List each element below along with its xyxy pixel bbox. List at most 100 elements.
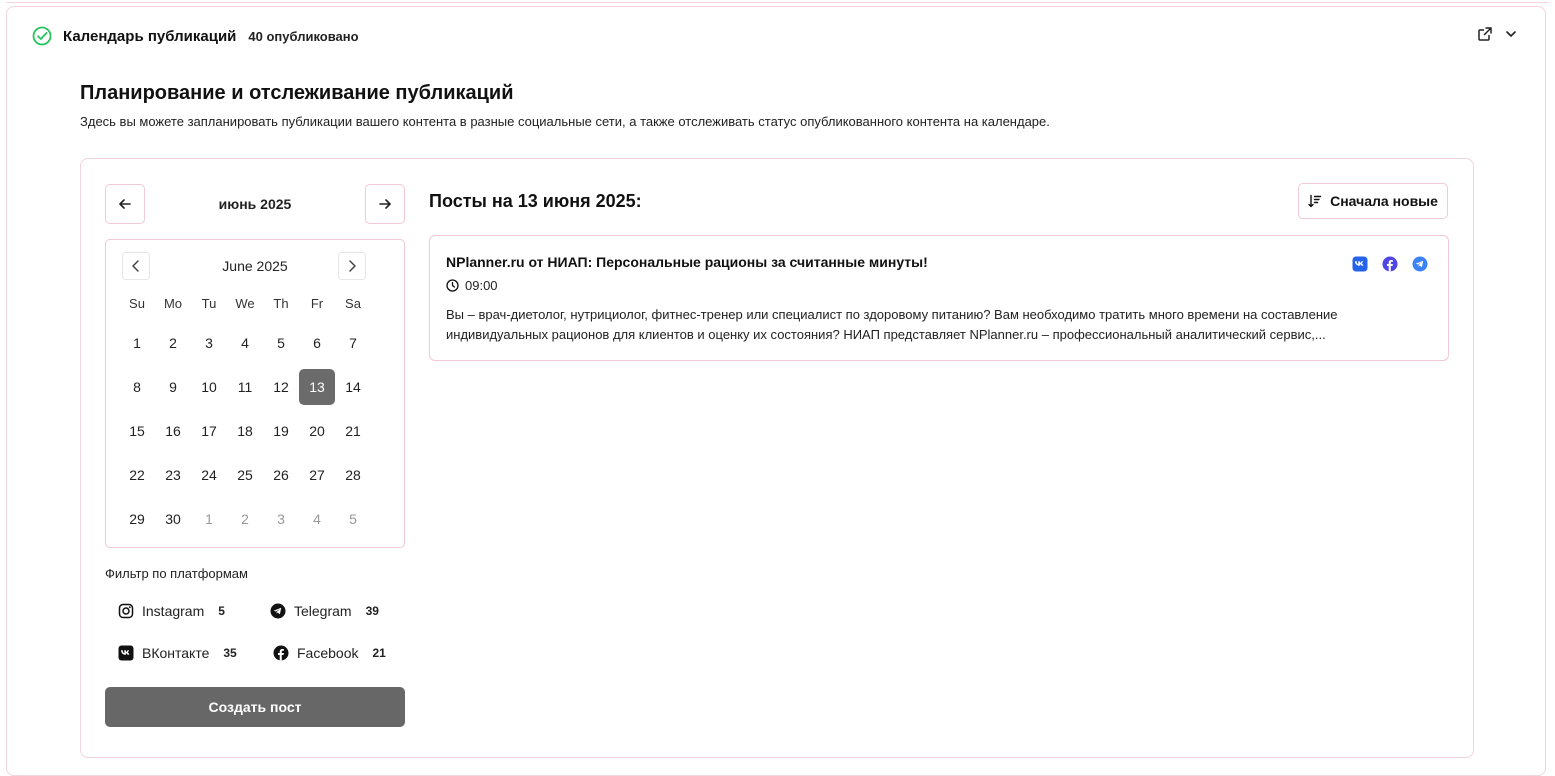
calendar-day[interactable]: 12 <box>263 369 299 405</box>
weekday-label: Sa <box>345 296 361 311</box>
instagram-icon <box>118 603 134 619</box>
calendar-day-outside-month[interactable]: 2 <box>227 501 263 537</box>
calendar-week: 22 23 24 25 26 27 28 <box>119 453 371 497</box>
platform-filter-label: Фильтр по платформам <box>105 566 248 581</box>
card-title: Календарь публикаций <box>63 27 237 45</box>
post-card[interactable]: NPlanner.ru от НИАП: Персональные рацион… <box>429 235 1449 361</box>
calendar-day[interactable]: 6 <box>299 325 335 361</box>
check-circle-icon <box>31 25 53 47</box>
calendar-day[interactable]: 7 <box>335 325 371 361</box>
filter-instagram[interactable]: Instagram 5 <box>118 603 225 619</box>
platform-name: Telegram <box>294 603 352 619</box>
calendar-day[interactable]: 17 <box>191 413 227 449</box>
next-month-button[interactable] <box>365 184 405 224</box>
post-title: NPlanner.ru от НИАП: Персональные рацион… <box>446 254 928 270</box>
post-time: 09:00 <box>446 278 498 293</box>
calendar-day[interactable]: 26 <box>263 457 299 493</box>
calendar-day[interactable]: 28 <box>335 457 371 493</box>
card-header[interactable]: Календарь публикаций 40 опубликовано <box>31 25 359 47</box>
calendar-day[interactable]: 11 <box>227 369 263 405</box>
calendar-day[interactable]: 14 <box>335 369 371 405</box>
filter-facebook[interactable]: Facebook 21 <box>273 645 386 661</box>
facebook-icon <box>1382 256 1398 272</box>
chevron-left-icon <box>132 260 139 272</box>
page-description: Здесь вы можете запланировать публикации… <box>80 114 1050 129</box>
calendar-day[interactable]: 16 <box>155 413 191 449</box>
calendar-grid: 1 2 3 4 5 6 7 8 9 10 11 12 13 14 15 16 1… <box>119 321 371 541</box>
create-post-button[interactable]: Создать пост <box>105 687 405 727</box>
sort-newest-button[interactable]: Сначала новые <box>1298 183 1448 219</box>
vk-icon <box>1352 256 1368 272</box>
calendar-week: 1 2 3 4 5 6 7 <box>119 321 371 365</box>
filter-telegram[interactable]: Telegram 39 <box>270 603 379 619</box>
chevron-down-icon[interactable] <box>1503 26 1519 42</box>
telegram-icon <box>1412 256 1428 272</box>
calendar-day[interactable]: 15 <box>119 413 155 449</box>
calendar-day[interactable]: 8 <box>119 369 155 405</box>
prev-month-button[interactable] <box>105 184 145 224</box>
calendar-day-selected[interactable]: 13 <box>299 369 335 405</box>
telegram-icon <box>270 603 286 619</box>
weekday-label: Th <box>273 296 289 311</box>
calendar-week: 8 9 10 11 12 13 14 <box>119 365 371 409</box>
calendar-day[interactable]: 9 <box>155 369 191 405</box>
post-platforms <box>1352 256 1428 272</box>
top-divider <box>6 0 1549 3</box>
calendar-day[interactable]: 1 <box>119 325 155 361</box>
date-picker: June 2025 Su Mo Tu We Th Fr Sa 1 2 3 4 5… <box>105 239 405 548</box>
published-count: 40 опубликовано <box>248 28 359 44</box>
platform-name: ВКонтакте <box>142 645 210 661</box>
calendar-day-outside-month[interactable]: 1 <box>191 501 227 537</box>
calendar-day[interactable]: 19 <box>263 413 299 449</box>
calendar-day[interactable]: 18 <box>227 413 263 449</box>
calendar-day[interactable]: 4 <box>227 325 263 361</box>
platform-count: 35 <box>223 646 237 660</box>
calendar-day[interactable]: 23 <box>155 457 191 493</box>
publication-calendar-card: Календарь публикаций 40 опубликовано Пла… <box>6 6 1546 776</box>
platform-name: Instagram <box>142 603 205 619</box>
platform-count: 5 <box>218 604 225 618</box>
weekday-label: Tu <box>201 296 217 311</box>
post-excerpt: Вы – врач-диетолог, нутрициолог, фитнес-… <box>446 307 1338 342</box>
facebook-icon <box>273 645 289 661</box>
calendar-prev-button[interactable] <box>122 252 150 280</box>
calendar-day-outside-month[interactable]: 5 <box>335 501 371 537</box>
arrow-right-icon <box>379 199 391 209</box>
platform-count: 39 <box>365 604 379 618</box>
external-link-icon[interactable] <box>1477 26 1493 42</box>
weekday-label: Fr <box>310 296 324 311</box>
weekday-label: Su <box>129 296 145 311</box>
calendar-week: 15 16 17 18 19 20 21 <box>119 409 371 453</box>
calendar-day[interactable]: 5 <box>263 325 299 361</box>
page-heading: Планирование и отслеживание публикаций <box>80 82 514 104</box>
calendar-day[interactable]: 25 <box>227 457 263 493</box>
arrow-left-icon <box>119 199 131 209</box>
month-label: июнь 2025 <box>218 196 292 212</box>
calendar-day[interactable]: 24 <box>191 457 227 493</box>
weekday-label: Mo <box>163 296 183 311</box>
calendar-day[interactable]: 27 <box>299 457 335 493</box>
sort-label: Сначала новые <box>1330 193 1438 209</box>
weekday-label: We <box>235 296 255 311</box>
chevron-right-icon <box>349 260 356 272</box>
weekday-header: Su Mo Tu We Th Fr Sa <box>119 296 371 311</box>
calendar-day-outside-month[interactable]: 4 <box>299 501 335 537</box>
calendar-day[interactable]: 21 <box>335 413 371 449</box>
calendar-day[interactable]: 2 <box>155 325 191 361</box>
calendar-day[interactable]: 29 <box>119 501 155 537</box>
calendar-week: 29 30 1 2 3 4 5 <box>119 497 371 541</box>
post-time-value: 09:00 <box>465 278 498 293</box>
posts-heading: Посты на 13 июня 2025: <box>429 191 642 211</box>
calendar-day[interactable]: 10 <box>191 369 227 405</box>
calendar-panel: июнь 2025 June 2025 Su Mo Tu We Th Fr Sa <box>80 158 1474 758</box>
calendar-day[interactable]: 30 <box>155 501 191 537</box>
vk-icon <box>118 645 134 661</box>
filter-vkontakte[interactable]: ВКонтакте 35 <box>118 645 237 661</box>
calendar-day[interactable]: 20 <box>299 413 335 449</box>
calendar-day-outside-month[interactable]: 3 <box>263 501 299 537</box>
calendar-day[interactable]: 3 <box>191 325 227 361</box>
sort-icon <box>1308 194 1322 208</box>
platform-name: Facebook <box>297 645 359 661</box>
calendar-next-button[interactable] <box>338 252 366 280</box>
calendar-day[interactable]: 22 <box>119 457 155 493</box>
